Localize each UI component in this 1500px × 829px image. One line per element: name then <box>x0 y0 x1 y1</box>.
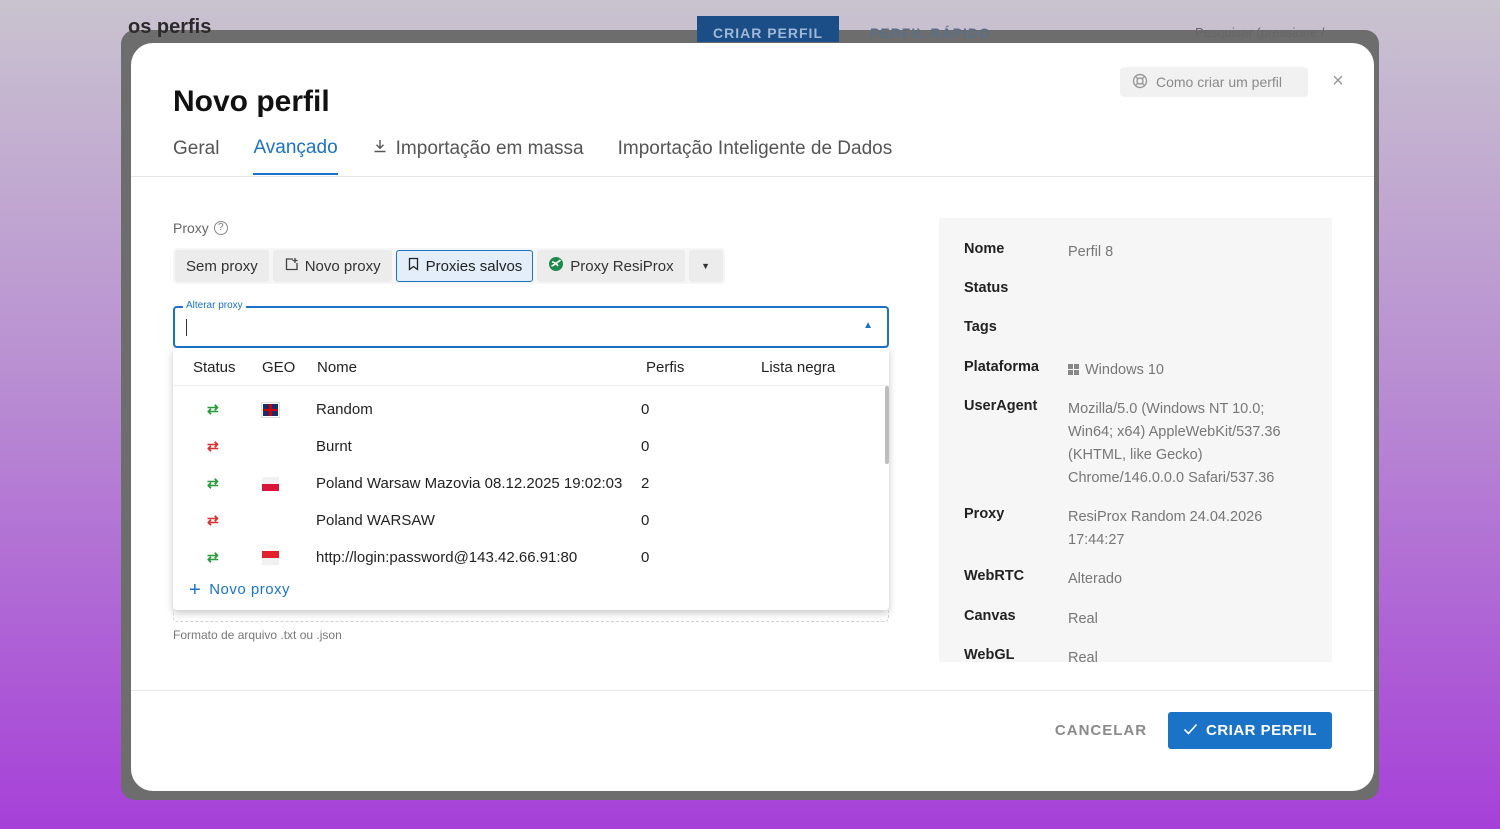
profile-summary-panel: Nome Perfil 8 Status Tags Plataforma Win… <box>939 218 1332 662</box>
resiprox-logo-icon <box>548 256 564 276</box>
caret-up-icon[interactable]: ▲ <box>863 320 873 331</box>
background-create-button: CRIAR PERFIL <box>697 16 839 42</box>
proxy-mode-group: Sem proxy Novo proxy Proxies salvos Prox… <box>173 248 725 284</box>
help-button[interactable]: Como criar um perfil <box>1120 67 1308 97</box>
header-geo[interactable]: GEO <box>262 359 295 376</box>
lifebuoy-icon <box>1132 73 1148 92</box>
flag-uk-icon <box>261 402 280 418</box>
proxy-row[interactable]: ⇄ http://login:password@143.42.66.91:80 … <box>173 539 883 576</box>
proxy-options-dropdown-button[interactable]: ▼ <box>688 250 723 282</box>
proxy-row[interactable]: ⇄ Random 0 <box>173 391 883 428</box>
cancel-button[interactable]: CANCELAR <box>1049 713 1153 749</box>
tab-geral[interactable]: Geral <box>173 137 219 175</box>
proxy-row[interactable]: ⇄ Poland WARSAW 0 <box>173 502 883 539</box>
header-blacklist[interactable]: Lista negra <box>761 359 835 376</box>
proxy-profiles-count: 0 <box>641 401 650 418</box>
proxy-profiles-count: 0 <box>641 512 650 529</box>
windows-icon <box>1068 364 1079 375</box>
status-error-icon: ⇄ <box>207 438 219 454</box>
caret-down-icon: ▼ <box>701 261 711 271</box>
background-quick-profile-button: PERFIL RÁPIDO <box>870 25 991 41</box>
tab-bar: Geral Avançado Importação em massa Impor… <box>173 137 926 175</box>
new-proxy-button[interactable]: Novo proxy <box>272 250 392 282</box>
status-ok-icon: ⇄ <box>207 401 219 417</box>
proxy-name: Poland WARSAW <box>316 512 435 529</box>
dropdown-scrollbar[interactable] <box>885 386 889 464</box>
create-profile-button[interactable]: CRIAR PERFIL <box>1168 712 1332 749</box>
plus-icon: + <box>189 578 202 601</box>
change-proxy-legend: Alterar proxy <box>183 300 246 311</box>
header-name[interactable]: Nome <box>317 359 357 376</box>
status-ok-icon: ⇄ <box>207 549 219 565</box>
saved-proxies-button[interactable]: Proxies salvos <box>395 250 534 282</box>
tab-avancado[interactable]: Avançado <box>253 137 338 175</box>
background-page-title: os perfis <box>128 16 212 38</box>
flag-sg-icon <box>262 551 279 565</box>
modal-title: Novo perfil <box>173 85 330 118</box>
download-icon <box>372 138 388 160</box>
file-format-hint: Formato de arquivo .txt ou .json <box>173 628 342 642</box>
proxy-name: Poland Warsaw Mazovia 08.12.2025 19:02:0… <box>316 475 623 492</box>
proxy-row[interactable]: ⇄ Burnt 0 <box>173 428 883 465</box>
file-drop-zone[interactable] <box>173 610 889 622</box>
tab-importacao-inteligente[interactable]: Importação Inteligente de Dados <box>618 137 893 175</box>
tabs-divider <box>131 176 1374 177</box>
proxy-name: Random <box>316 401 373 418</box>
header-status[interactable]: Status <box>193 359 236 376</box>
change-proxy-select[interactable]: Alterar proxy ▲ <box>173 300 889 348</box>
new-window-icon <box>284 257 299 276</box>
proxy-dropdown-list: Status GEO Nome Perfis Lista negra ⇄ Ran… <box>173 348 889 610</box>
help-button-label: Como criar um perfil <box>1156 74 1283 90</box>
close-icon[interactable]: × <box>1328 71 1348 91</box>
flag-pl-icon <box>262 477 279 491</box>
check-icon <box>1183 722 1198 739</box>
bookmark-icon <box>407 257 420 275</box>
add-new-proxy-button[interactable]: + Novo proxy <box>189 578 290 601</box>
status-error-icon: ⇄ <box>207 512 219 528</box>
resiprox-proxy-button[interactable]: Proxy ResiProx <box>537 250 685 282</box>
text-caret <box>186 319 187 336</box>
proxy-profiles-count: 2 <box>641 475 650 492</box>
proxy-name: Burnt <box>316 438 352 455</box>
new-profile-modal: Como criar um perfil × Novo perfil Geral… <box>131 43 1374 791</box>
tab-importacao-em-massa[interactable]: Importação em massa <box>372 137 584 175</box>
background-search: Pesquisar (pressione / <box>1195 25 1325 40</box>
header-profiles[interactable]: Perfis <box>646 359 684 376</box>
footer-divider <box>131 690 1374 691</box>
help-circle-icon[interactable]: ? <box>213 221 228 235</box>
proxy-table-header: Status GEO Nome Perfis Lista negra <box>173 348 889 386</box>
proxy-row[interactable]: ⇄ Poland Warsaw Mazovia 08.12.2025 19:02… <box>173 465 883 502</box>
no-proxy-button[interactable]: Sem proxy <box>175 250 269 282</box>
proxy-section-label: Proxy ? <box>173 220 228 236</box>
status-ok-icon: ⇄ <box>207 475 219 491</box>
proxy-profiles-count: 0 <box>641 438 650 455</box>
proxy-name: http://login:password@143.42.66.91:80 <box>316 549 578 566</box>
proxy-profiles-count: 0 <box>641 549 650 566</box>
